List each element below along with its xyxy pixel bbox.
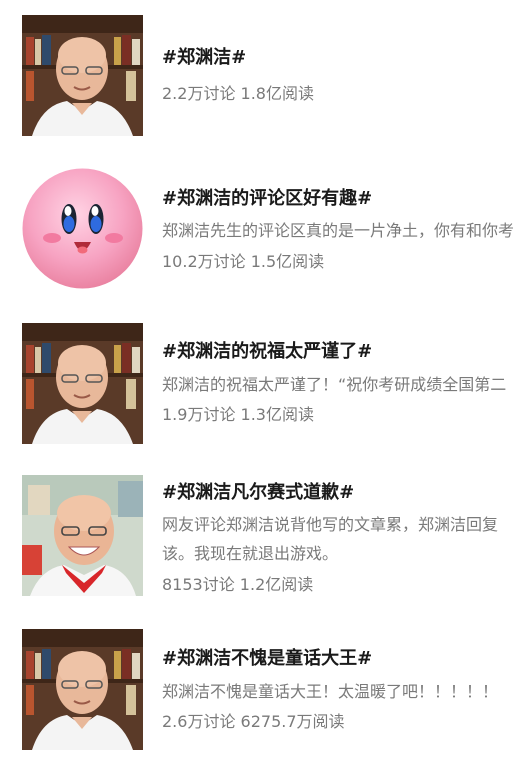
topic-title[interactable]: #郑渊洁凡尔赛式道歉# <box>162 481 522 505</box>
topic-snippet: 郑渊洁的祝福太严谨了！“祝你考研成绩全国第二 <box>162 375 507 394</box>
topic-item[interactable]: #郑渊洁不愧是童话大王# 郑渊洁不愧是童话大王！太温暖了吧！！！！！ 2.6万讨… <box>0 626 522 778</box>
topic-stats: 10.2万讨论 1.5亿阅读 <box>162 252 325 271</box>
man-red-scarf-photo <box>22 475 143 596</box>
topic-title[interactable]: #郑渊洁的评论区好有趣# <box>162 187 522 211</box>
topic-thumbnail <box>22 629 143 750</box>
topic-snippet: 郑渊洁不愧是童话大王！太温暖了吧！！！！！ <box>162 682 499 701</box>
topic-item[interactable]: #郑渊洁凡尔赛式道歉# 网友评论郑渊洁说背他写的文章累，郑渊洁回复 该。我现在就… <box>0 470 522 626</box>
topic-item[interactable]: #郑渊洁的评论区好有趣# 郑渊洁先生的评论区真的是一片净土，你有和你考 10.2… <box>0 150 522 310</box>
topic-title[interactable]: #郑渊洁不愧是童话大王# <box>162 647 522 671</box>
topic-stats: 1.9万讨论 1.3亿阅读 <box>162 405 314 424</box>
topic-thumbnail <box>22 323 143 444</box>
topic-stats: 8153讨论 1.2亿阅读 <box>162 575 314 594</box>
topic-thumbnail <box>22 15 143 136</box>
topic-snippet: 网友评论郑渊洁说背他写的文章累，郑渊洁回复 <box>162 515 499 534</box>
topic-snippet: 该。我现在就退出游戏。 <box>162 544 339 563</box>
topic-thumbnail <box>22 168 143 289</box>
topic-title[interactable]: #郑渊洁的祝福太严谨了# <box>162 340 522 364</box>
man-bookshelf-photo <box>22 323 143 444</box>
topic-item[interactable]: #郑渊洁# 2.2万讨论 1.8亿阅读 <box>0 0 522 150</box>
topic-item[interactable]: #郑渊洁的祝福太严谨了# 郑渊洁的祝福太严谨了！“祝你考研成绩全国第二 1.9万… <box>0 310 522 470</box>
topic-snippet: 郑渊洁先生的评论区真的是一片净土，你有和你考 <box>162 221 515 240</box>
man-bookshelf-photo <box>22 629 143 750</box>
pink-round-character <box>22 168 143 289</box>
topic-title[interactable]: #郑渊洁# <box>162 46 522 70</box>
man-bookshelf-photo <box>22 15 143 136</box>
topic-stats: 2.2万讨论 1.8亿阅读 <box>162 84 314 103</box>
topic-thumbnail <box>22 475 143 596</box>
topic-stats: 2.6万讨论 6275.7万阅读 <box>162 712 345 731</box>
